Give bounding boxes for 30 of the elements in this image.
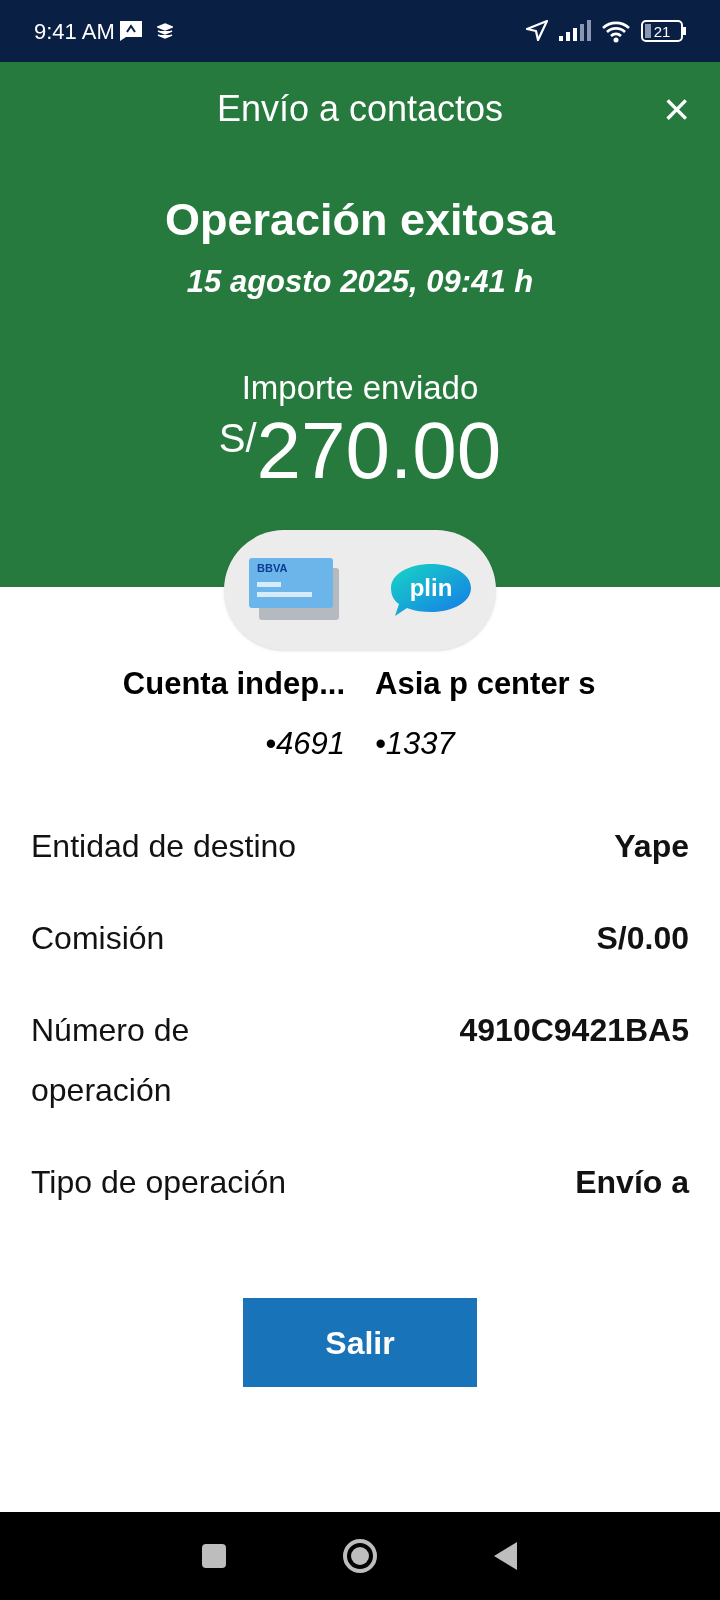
recents-icon[interactable] [201, 1543, 227, 1569]
amount-value: 270.00 [256, 408, 502, 494]
destination-account-name: Asia p center s [375, 665, 596, 703]
detail-label: Número de operación [31, 1011, 191, 1110]
detail-value: Yape [614, 827, 689, 866]
status-time: 9:41 AM [34, 17, 115, 46]
screen-title: Envío a contactos [216, 87, 504, 131]
message-icon [118, 20, 143, 42]
back-icon[interactable] [493, 1541, 519, 1571]
detail-value: S/0.00 [596, 919, 689, 958]
date-time: 15 agosto 2025, 09:41 h [186, 263, 534, 301]
detail-value: 4910C9421BA5 [459, 1011, 689, 1050]
detail-label: Comisión [31, 919, 165, 958]
amount-label: Importe enviado [241, 368, 479, 408]
detail-value: Envío a [575, 1163, 689, 1202]
battery-icon: 21 [641, 20, 686, 42]
source-account-number: •4691 [265, 725, 345, 763]
detail-label: Tipo de operación [31, 1163, 286, 1202]
layers-icon [156, 23, 173, 39]
result-heading: Operación exitosa [164, 193, 556, 247]
source-account-name: Cuenta indep... [122, 665, 345, 703]
location-icon [525, 19, 549, 43]
detail-label: Entidad de destino [31, 827, 297, 866]
destination-account-number: •1337 [375, 725, 455, 763]
close-button[interactable]: × [663, 86, 690, 132]
signal-icon [559, 20, 591, 42]
home-icon[interactable] [342, 1538, 378, 1574]
currency-symbol: S/ [218, 418, 257, 458]
wifi-icon [601, 19, 631, 43]
exit-button[interactable]: Salir [243, 1298, 477, 1387]
